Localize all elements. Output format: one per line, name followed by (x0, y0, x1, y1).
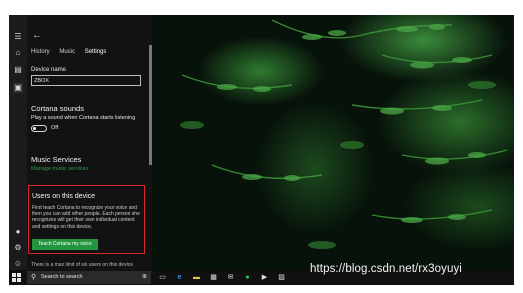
windows-start-icon[interactable] (12, 273, 21, 282)
taskbar-search-box[interactable]: ⚲ Search to search ⊕ (27, 271, 151, 284)
device-name-label: Device name (31, 67, 67, 73)
toggle-knob (33, 127, 36, 130)
music-services-heading: Music Services (31, 155, 82, 164)
photos-icon[interactable]: ▨ (277, 273, 286, 282)
spotify-icon[interactable]: ● (243, 273, 252, 282)
edge-icon[interactable]: e (175, 273, 184, 282)
microphone-icon[interactable]: ⊕ (142, 273, 147, 280)
toggle-state-label: Off (51, 125, 59, 131)
feedback-icon[interactable]: ☺ (13, 259, 23, 269)
search-icon: ⚲ (31, 274, 37, 281)
cortana-icon-rail: ☰ ⌂ ▤ ▣ ● ⚙ ☺ (9, 15, 27, 270)
users-heading: Users on this device (32, 193, 96, 200)
panel-scrollbar[interactable] (149, 45, 152, 165)
gear-icon[interactable]: ⚙ (13, 243, 23, 253)
file-explorer-icon[interactable]: ▬ (192, 273, 201, 282)
users-description: First teach Cortana to recognize your vo… (32, 205, 140, 230)
back-arrow-icon[interactable]: ← (32, 30, 42, 41)
task-view-icon[interactable]: ▭ (158, 273, 167, 282)
panel-tabs: History Music Settings (31, 49, 114, 55)
media-icon[interactable]: ▶ (260, 273, 269, 282)
home-icon[interactable]: ⌂ (13, 48, 23, 58)
tab-settings[interactable]: Settings (85, 49, 107, 55)
user-limit-text: There is a max limit of six users on thi… (31, 262, 133, 268)
search-placeholder: Search to search (41, 274, 83, 280)
fern-foliage (180, 19, 508, 249)
screenshot-frame: ☰ ⌂ ▤ ▣ ● ⚙ ☺ ← History Music Settings D… (9, 15, 514, 285)
notebook-icon[interactable]: ▤ (13, 65, 23, 75)
mail-icon[interactable]: ✉ (226, 273, 235, 282)
devices-icon[interactable]: ▣ (13, 83, 23, 93)
manage-music-services-link[interactable]: Manage music services (31, 166, 88, 172)
device-name-field[interactable] (31, 75, 141, 86)
cortana-sounds-heading: Cortana sounds (31, 104, 84, 113)
lightbulb-icon[interactable]: ● (13, 227, 23, 237)
tab-history[interactable]: History (31, 49, 50, 55)
tab-music[interactable]: Music (59, 49, 75, 55)
store-icon[interactable]: ▦ (209, 273, 218, 282)
cortana-sounds-description: Play a sound when Cortana starts listeni… (31, 115, 136, 121)
hamburger-icon[interactable]: ☰ (13, 32, 23, 42)
users-section-highlight: Users on this device First teach Cortana… (28, 185, 145, 254)
cortana-sounds-toggle[interactable] (31, 125, 47, 132)
watermark-url: https://blog.csdn.net/rx3oyuyi (310, 263, 462, 275)
desktop-wallpaper (152, 15, 514, 270)
teach-cortana-button[interactable]: Teach Cortana my voice (32, 239, 98, 250)
cortana-panel: ← History Music Settings Device name Cor… (27, 15, 152, 270)
